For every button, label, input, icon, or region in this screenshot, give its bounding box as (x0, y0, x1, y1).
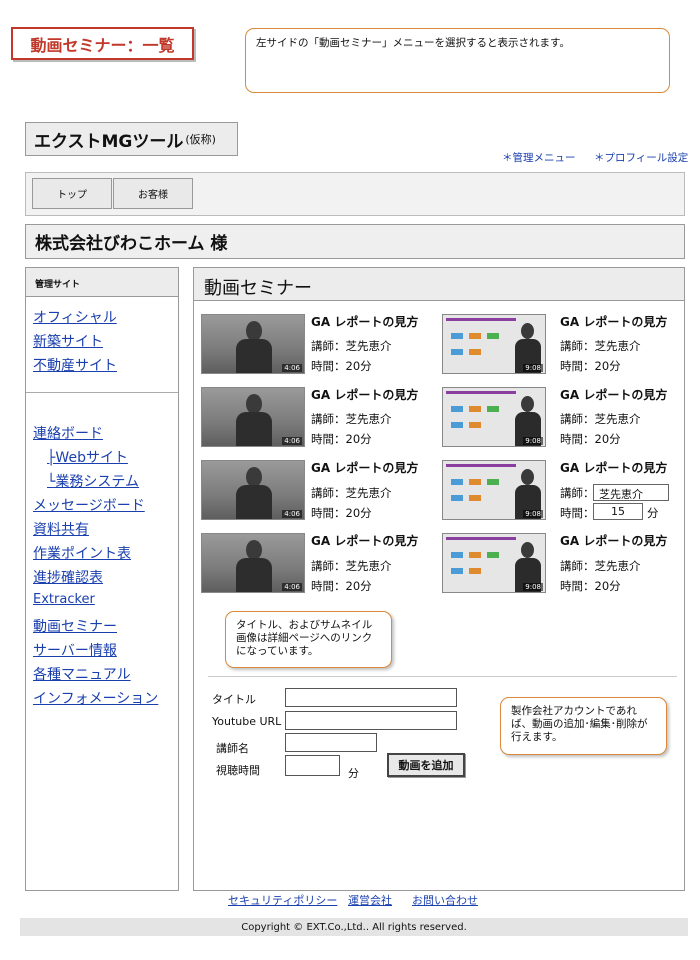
client-name: 株式会社びわこホーム 様 (25, 224, 685, 259)
sidebar-divider (26, 392, 178, 393)
sidebar-item-progress[interactable]: 進捗確認表 (33, 567, 103, 587)
video-title-link[interactable]: GA レポートの見方 (311, 459, 418, 476)
form-title-label: タイトル (212, 693, 256, 706)
footer-company-link[interactable]: 運営会社 (348, 892, 392, 908)
video-title-link[interactable]: GA レポートの見方 (311, 386, 418, 403)
video-duration-badge: 4:06 (282, 437, 302, 445)
video-lecturer: 講師：芝先恵介 (560, 412, 641, 426)
video-duration-badge: 9:08 (523, 583, 543, 591)
video-title-link[interactable]: GA レポートの見方 (560, 459, 667, 476)
form-time-unit: 分 (348, 767, 359, 780)
form-divider (208, 676, 677, 677)
form-title-input[interactable] (285, 688, 457, 707)
video-duration-badge: 4:06 (282, 583, 302, 591)
sidebar-item-contact-board[interactable]: 連絡ボード (33, 423, 103, 443)
sidebar-item-business-system[interactable]: └業務システム (47, 471, 139, 491)
sidebar-item-new-build[interactable]: 新築サイト (33, 331, 103, 351)
sidebar-item-official[interactable]: オフィシャル (33, 307, 117, 327)
sidebar-heading: 管理サイト (25, 267, 179, 297)
footer-contact-link[interactable]: お問い合わせ (412, 892, 478, 908)
video-duration: 時間：20分 (560, 579, 621, 593)
edit-duration-input[interactable]: 15 (593, 503, 643, 520)
video-thumbnail[interactable]: 4:06 (201, 460, 305, 520)
sidebar-item-website[interactable]: ├Webサイト (47, 447, 128, 467)
sidebar-item-message-board[interactable]: メッセージボード (33, 495, 145, 515)
video-duration: 時間：20分 (560, 359, 621, 373)
edit-lecturer-label: 講師： (560, 486, 595, 500)
video-title-link[interactable]: GA レポートの見方 (311, 532, 418, 549)
video-lecturer: 講師：芝先恵介 (311, 412, 392, 426)
form-lecturer-input[interactable] (285, 733, 377, 752)
sidebar-item-video-seminar[interactable]: 動画セミナー (33, 616, 117, 636)
annotation-note-admin: 製作会社アカウントであれば、動画の追加･編集･削除が行えます。 (500, 697, 667, 755)
video-thumbnail[interactable]: 9:08 (442, 314, 546, 374)
edit-duration-label: 時間： (560, 506, 595, 520)
form-lecturer-label: 講師名 (216, 742, 249, 755)
sidebar-item-server-info[interactable]: サーバー情報 (33, 640, 117, 660)
video-duration-badge: 4:06 (282, 510, 302, 518)
video-thumbnail[interactable]: 9:08 (442, 387, 546, 447)
video-thumbnail[interactable]: 9:08 (442, 460, 546, 520)
sidebar-item-real-estate[interactable]: 不動産サイト (33, 355, 117, 375)
tab-customer[interactable]: お客様 (113, 178, 193, 209)
video-duration: 時間：20分 (311, 432, 372, 446)
video-title-link[interactable]: GA レポートの見方 (560, 532, 667, 549)
form-time-input[interactable] (285, 755, 340, 776)
form-time-label: 視聴時間 (216, 764, 260, 777)
video-duration-badge: 9:08 (523, 364, 543, 372)
sidebar-item-file-share[interactable]: 資料共有 (33, 519, 89, 539)
video-thumbnail[interactable]: 4:06 (201, 533, 305, 593)
sidebar-item-extracker[interactable]: Extracker (33, 592, 95, 607)
video-title-link[interactable]: GA レポートの見方 (311, 313, 418, 330)
video-title-link[interactable]: GA レポートの見方 (560, 386, 667, 403)
annotation-note-thumbnails: タイトル、およびサムネイル画像は詳細ページへのリンクになっています。 (225, 611, 392, 668)
video-thumbnail[interactable]: 4:06 (201, 314, 305, 374)
video-lecturer: 講師：芝先恵介 (311, 559, 392, 573)
copyright: Copyright © EXT.Co.,Ltd.. All rights res… (20, 918, 688, 936)
form-url-input[interactable] (285, 711, 457, 730)
video-duration-badge: 9:08 (523, 437, 543, 445)
app-title: エクストMGツール (仮称) (25, 122, 238, 156)
form-url-label: Youtube URL (212, 715, 282, 728)
video-thumbnail[interactable]: 9:08 (442, 533, 546, 593)
sidebar-item-information[interactable]: インフォメーション (33, 688, 158, 708)
video-title-link[interactable]: GA レポートの見方 (560, 313, 667, 330)
video-duration: 時間：20分 (311, 359, 372, 373)
annotation-note-top: 左サイドの「動画セミナー」メニューを選択すると表示されます。 (245, 28, 670, 93)
page-label: 動画セミナー：一覧 (11, 27, 194, 60)
video-duration: 時間：20分 (311, 579, 372, 593)
video-lecturer: 講師：芝先恵介 (311, 339, 392, 353)
video-lecturer: 講師：芝先恵介 (311, 486, 392, 500)
video-duration-badge: 9:08 (523, 510, 543, 518)
video-lecturer: 講師：芝先恵介 (560, 339, 641, 353)
profile-settings-link[interactable]: プロフィール設定 (594, 150, 689, 165)
page-title: 動画セミナー (193, 267, 685, 301)
edit-duration-unit: 分 (647, 506, 659, 520)
video-duration: 時間：20分 (311, 506, 372, 520)
sidebar-item-work-points[interactable]: 作業ポイント表 (33, 543, 131, 563)
video-thumbnail[interactable]: 4:06 (201, 387, 305, 447)
video-duration-badge: 4:06 (282, 364, 302, 372)
add-video-button[interactable]: 動画を追加 (387, 753, 465, 777)
video-lecturer: 講師：芝先恵介 (560, 559, 641, 573)
tab-top[interactable]: トップ (32, 178, 112, 209)
admin-menu-link[interactable]: 管理メニュー (502, 150, 576, 165)
footer-security-policy-link[interactable]: セキュリティポリシー (228, 892, 337, 908)
edit-lecturer-input[interactable]: 芝先恵介 (593, 484, 669, 501)
video-duration: 時間：20分 (560, 432, 621, 446)
sidebar-item-manuals[interactable]: 各種マニュアル (33, 664, 131, 684)
